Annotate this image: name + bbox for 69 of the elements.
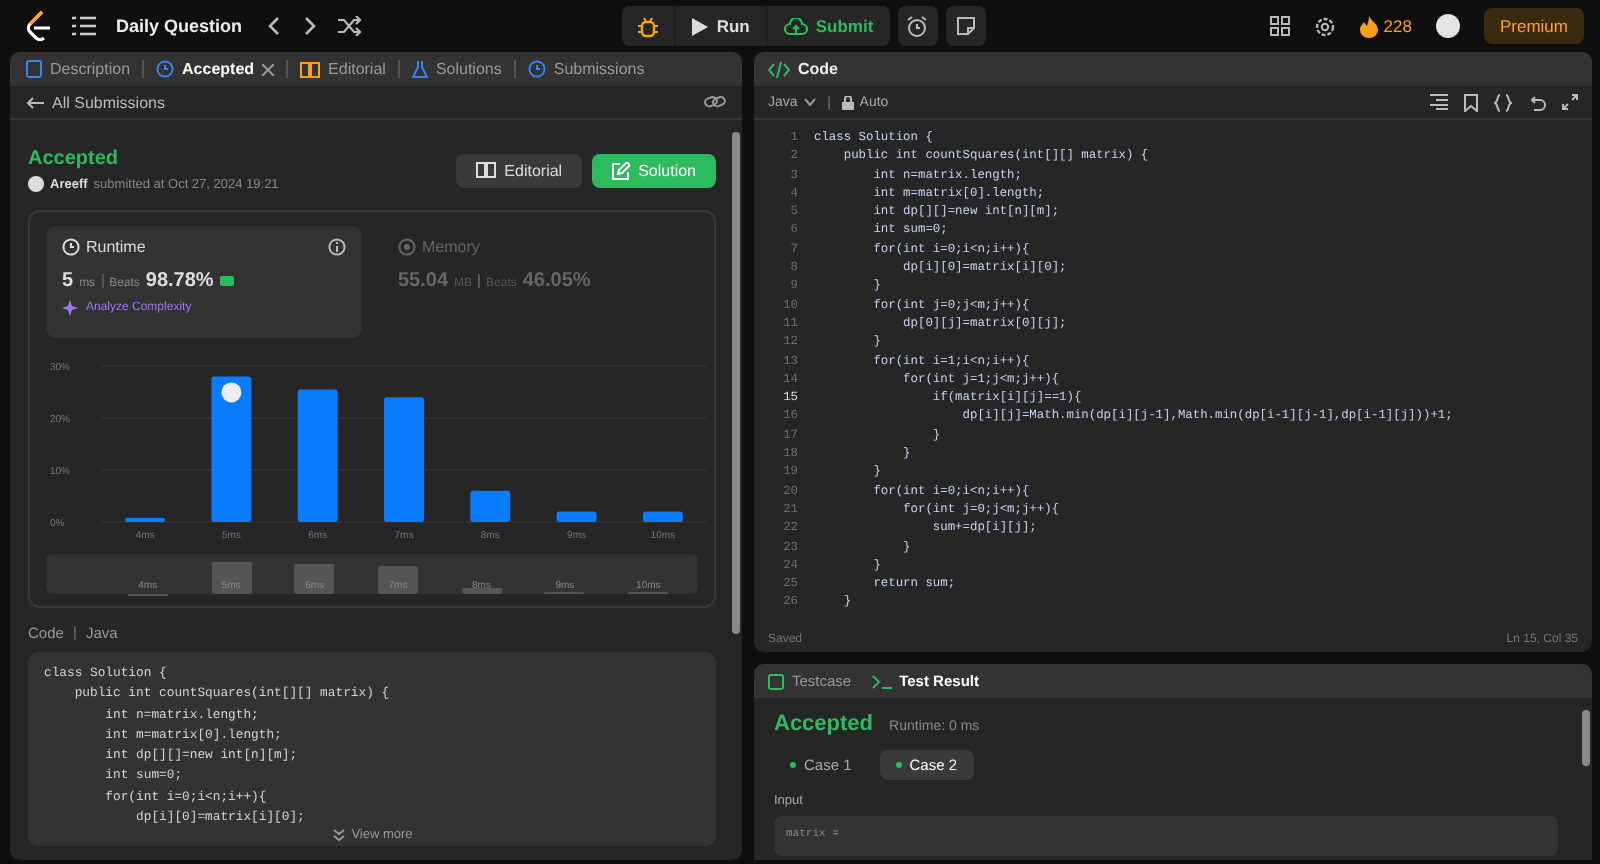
flask-icon [411, 60, 428, 78]
clock-icon [527, 60, 546, 78]
flame-icon [1359, 15, 1378, 37]
chart-bar[interactable] [125, 517, 166, 522]
stat-title: Runtime [86, 238, 146, 256]
shuffle-icon[interactable] [338, 16, 363, 36]
notes-button[interactable] [945, 6, 986, 46]
bookmark-icon[interactable] [1464, 93, 1478, 111]
user-avatar-icon [221, 382, 242, 403]
clock-icon [62, 238, 80, 256]
chip-icon [398, 238, 416, 256]
problem-list-title[interactable]: Daily Question [116, 16, 243, 36]
caret-icon [803, 98, 816, 106]
panel-tab[interactable]: Solutions [407, 60, 506, 78]
info-icon[interactable] [328, 238, 346, 256]
edit-icon [612, 161, 631, 179]
list-icon[interactable] [72, 16, 96, 36]
logo-icon[interactable] [24, 10, 52, 42]
submit-button[interactable]: Submit [767, 6, 890, 46]
stat-value: 55.04 [398, 270, 449, 292]
braces-icon[interactable] [1494, 93, 1512, 111]
chart-bar[interactable] [642, 511, 683, 522]
play-icon [692, 17, 709, 35]
avatar-icon[interactable] [1435, 14, 1460, 38]
beats-percentage: 46.05% [522, 270, 591, 292]
close-icon[interactable] [262, 63, 275, 75]
premium-button[interactable]: Premium [1483, 8, 1584, 44]
stat-title: Memory [422, 238, 480, 256]
panel-tab[interactable]: Editorial [296, 60, 390, 78]
panel-tab[interactable]: Accepted [152, 60, 279, 78]
layout-grid-icon[interactable] [1269, 16, 1290, 36]
streak-counter[interactable]: 228 [1359, 15, 1412, 37]
user-avatar-icon [28, 176, 44, 192]
panel-tab[interactable]: Description [22, 60, 135, 78]
clock-icon [156, 60, 175, 78]
book-icon [476, 162, 497, 178]
terminal-icon [871, 673, 892, 689]
link-icon[interactable] [704, 94, 726, 110]
document-icon [26, 60, 42, 78]
sparkle-icon [62, 300, 78, 316]
panel-title: Code [798, 60, 838, 78]
book-icon [300, 61, 321, 77]
lock-icon [841, 95, 854, 109]
run-button[interactable]: Run [676, 6, 766, 46]
stat-value: 5 [62, 270, 74, 292]
alarm-button[interactable] [897, 6, 938, 46]
chevrons-down-icon [331, 828, 346, 843]
expand-icon[interactable] [1562, 94, 1578, 110]
all-submissions-link[interactable]: All Submissions [26, 93, 165, 111]
alarm-clock-icon [906, 15, 929, 37]
beats-percentage: 98.78% [145, 270, 214, 292]
panel-tab[interactable]: Submissions [523, 60, 649, 78]
checkbox-icon [768, 673, 784, 689]
chevron-right-icon[interactable] [302, 16, 319, 36]
note-icon [955, 16, 976, 36]
arrow-left-icon [26, 95, 44, 109]
align-icon[interactable] [1430, 94, 1448, 110]
chevron-left-icon[interactable] [266, 16, 283, 36]
result-status: Accepted [774, 712, 874, 736]
code-icon [768, 61, 790, 77]
settings-icon[interactable] [1313, 15, 1336, 37]
undo-icon[interactable] [1528, 93, 1546, 111]
cloud-upload-icon [783, 17, 808, 35]
debug-button[interactable] [622, 6, 675, 46]
chart-badge-icon [219, 276, 234, 286]
submission-status: Accepted [28, 148, 121, 170]
chart-bar[interactable] [211, 376, 252, 522]
bug-icon [638, 15, 659, 37]
editorial-button[interactable]: Editorial [456, 153, 583, 187]
